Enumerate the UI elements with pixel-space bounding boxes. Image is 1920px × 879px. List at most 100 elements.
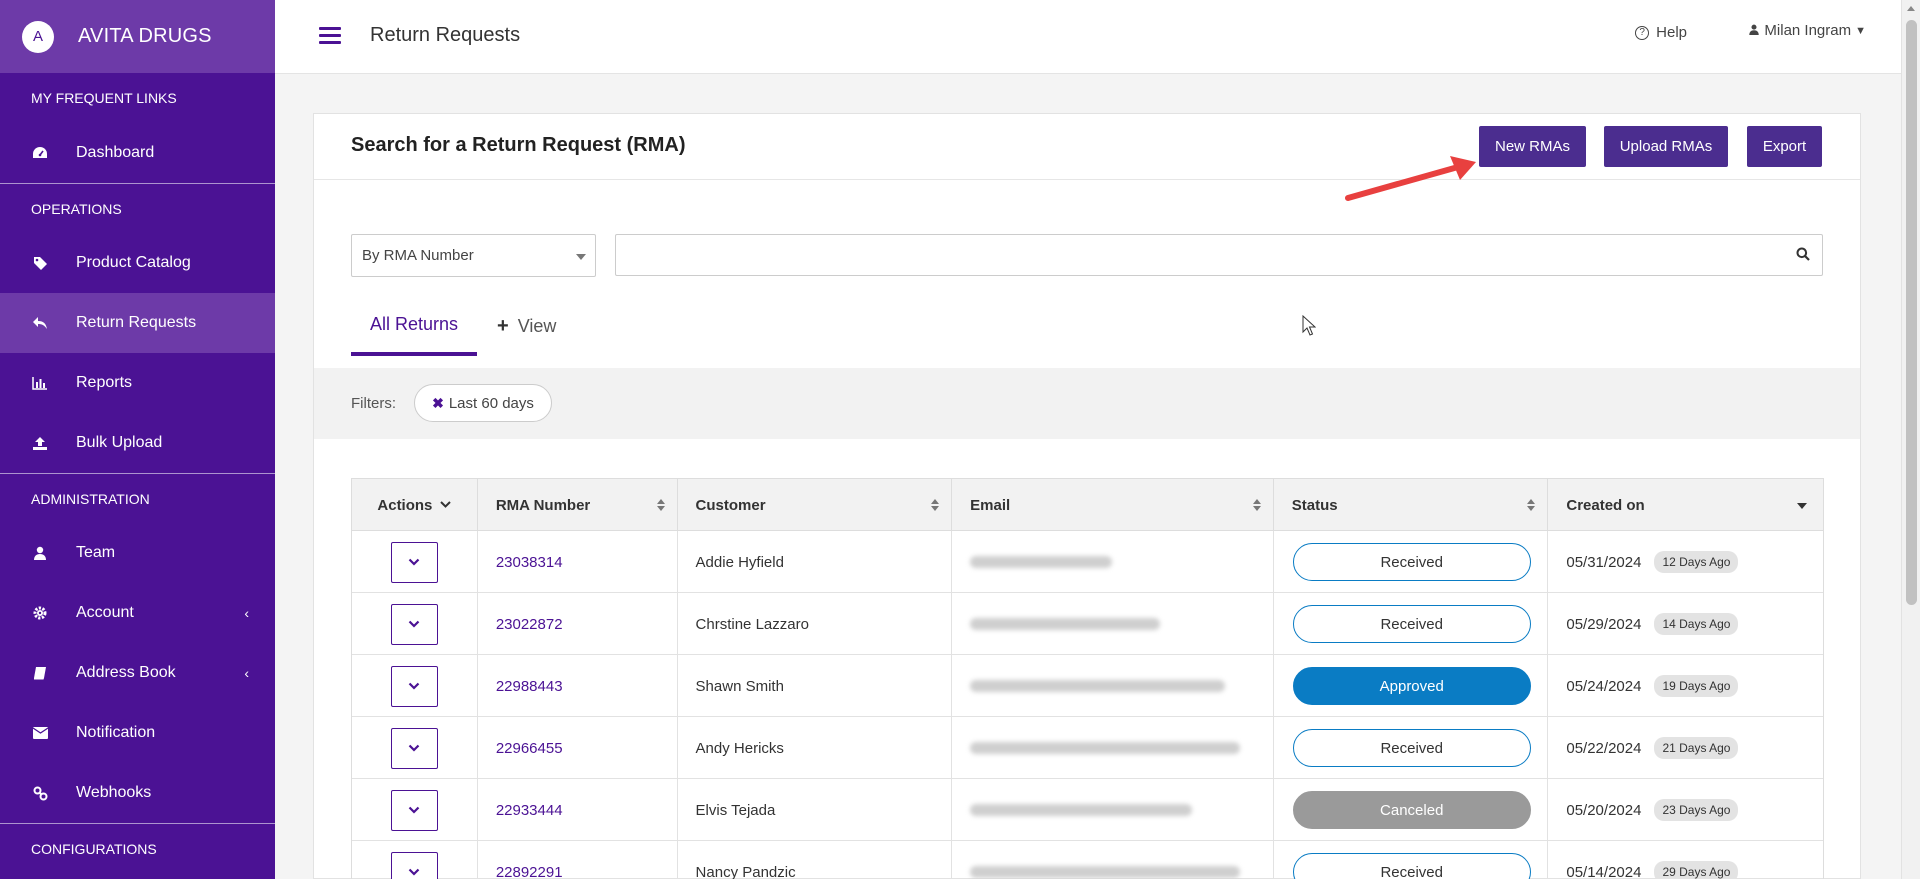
top-bar: Return Requests ? Help Milan Ingram ▼ xyxy=(275,0,1901,74)
sidebar-item-product-catalog[interactable]: Product Catalog xyxy=(0,233,275,293)
help-link[interactable]: ? Help xyxy=(1635,24,1687,41)
sidebar-item-label: Team xyxy=(76,544,116,561)
age-badge: 19 Days Ago xyxy=(1654,675,1739,697)
scroll-up-arrow-icon[interactable] xyxy=(1907,6,1915,11)
reply-icon xyxy=(31,314,49,332)
status-badge: Approved xyxy=(1292,667,1531,705)
upload-rmas-button[interactable]: Upload RMAs xyxy=(1604,126,1728,167)
age-badge: 12 Days Ago xyxy=(1654,551,1739,573)
search-type-select[interactable]: By RMA Number xyxy=(351,234,596,277)
sidebar-item-label: Notification xyxy=(76,724,156,741)
rma-number-link[interactable]: 22988443 xyxy=(496,678,563,695)
rma-number-link[interactable]: 22892291 xyxy=(496,864,563,879)
sidebar-item-label: Bulk Upload xyxy=(76,434,163,451)
sidebar-item-notification[interactable]: Notification xyxy=(0,703,275,763)
export-button[interactable]: Export xyxy=(1747,126,1822,167)
table-header: Actions RMA Number Customer Email Status… xyxy=(352,479,1823,531)
sidebar-item-account[interactable]: Account ‹ xyxy=(0,583,275,643)
brand-avatar: A xyxy=(22,20,54,53)
row-actions-button[interactable] xyxy=(390,541,438,583)
filter-chip-last-60-days[interactable]: ✖ Last 60 days xyxy=(414,384,552,422)
gear-icon xyxy=(31,604,49,622)
rma-number-link[interactable]: 22966455 xyxy=(496,740,563,757)
row-actions-button[interactable] xyxy=(390,789,438,831)
column-email[interactable]: Email xyxy=(952,479,1274,531)
table-row: 22966455 Andy Hericks Received 05/22/202… xyxy=(352,717,1823,779)
column-status[interactable]: Status xyxy=(1274,479,1549,531)
tab-add-view[interactable]: + View xyxy=(497,297,556,356)
rma-number-link[interactable]: 23038314 xyxy=(496,554,563,571)
mouse-cursor-icon xyxy=(1302,315,1316,336)
chevron-down-icon xyxy=(409,868,420,876)
column-customer[interactable]: Customer xyxy=(678,479,953,531)
row-actions-button[interactable] xyxy=(390,851,438,879)
email-redacted xyxy=(970,680,1226,692)
column-label: RMA Number xyxy=(495,496,591,514)
column-actions[interactable]: Actions xyxy=(352,479,478,531)
customer-name: Shawn Smith xyxy=(678,655,953,717)
created-date: 05/20/2024 xyxy=(1566,801,1642,819)
user-name: Milan Ingram xyxy=(1764,22,1852,39)
question-circle-icon: ? xyxy=(1635,25,1650,40)
card-title: Search for a Return Request (RMA) xyxy=(351,134,686,156)
column-label: Status xyxy=(1291,496,1338,514)
sort-icon xyxy=(656,499,665,511)
email-redacted xyxy=(970,618,1161,630)
link-icon xyxy=(31,784,49,802)
chevron-down-icon xyxy=(440,501,452,508)
created-date: 05/29/2024 xyxy=(1566,615,1642,633)
sidebar-item-team[interactable]: Team xyxy=(0,523,275,583)
search-input[interactable] xyxy=(615,234,1823,276)
column-label: Email xyxy=(970,496,1011,514)
remove-filter-icon[interactable]: ✖ xyxy=(432,395,444,412)
sidebar-item-label: Webhooks xyxy=(76,784,152,801)
scrollbar-thumb[interactable] xyxy=(1906,20,1917,605)
sidebar-item-label: Product Catalog xyxy=(76,254,191,271)
rma-number-link[interactable]: 23022872 xyxy=(496,616,563,633)
sidebar-item-address-book[interactable]: Address Book ‹ xyxy=(0,643,275,703)
sort-icon xyxy=(1527,499,1536,511)
sidebar-item-bulk-upload[interactable]: Bulk Upload xyxy=(0,413,275,473)
email-redacted xyxy=(970,556,1113,568)
table-row: 22892291 Nancy Pandzic Received 05/14/20… xyxy=(352,841,1823,879)
column-label: Created on xyxy=(1566,496,1645,514)
table-row: 22933444 Elvis Tejada Canceled 05/20/202… xyxy=(352,779,1823,841)
tab-all-returns[interactable]: All Returns xyxy=(351,297,477,356)
sidebar-item-label: Reports xyxy=(76,374,133,391)
sidebar: A AVITA DRUGS MY FREQUENT LINKS Dashboar… xyxy=(0,0,275,879)
sidebar-item-reports[interactable]: Reports xyxy=(0,353,275,413)
bar-chart-icon xyxy=(31,374,49,392)
sidebar-item-dashboard[interactable]: Dashboard xyxy=(0,123,275,183)
row-actions-button[interactable] xyxy=(390,665,438,707)
column-rma-number[interactable]: RMA Number xyxy=(478,479,678,531)
sidebar-item-return-requests[interactable]: Return Requests xyxy=(0,293,275,353)
card-header: Search for a Return Request (RMA) New RM… xyxy=(314,114,1860,180)
page-title: Return Requests xyxy=(370,24,521,46)
email-redacted xyxy=(970,804,1193,816)
sidebar-item-label: Dashboard xyxy=(76,144,155,161)
customer-name: Chrstine Lazzaro xyxy=(678,593,953,655)
chevron-down-icon xyxy=(409,744,420,752)
sort-descending-icon xyxy=(1796,503,1807,509)
row-actions-button[interactable] xyxy=(390,727,438,769)
search-icon[interactable] xyxy=(1796,247,1812,263)
age-badge: 29 Days Ago xyxy=(1654,861,1739,879)
menu-toggle-icon[interactable] xyxy=(319,27,341,45)
page-scrollbar[interactable] xyxy=(1901,0,1920,879)
table-row: 23022872 Chrstine Lazzaro Received 05/29… xyxy=(352,593,1823,655)
chevron-down-icon xyxy=(409,620,420,628)
row-actions-button[interactable] xyxy=(390,603,438,645)
chevron-down-icon xyxy=(409,682,420,690)
section-administration: ADMINISTRATION xyxy=(0,473,275,523)
column-created-on[interactable]: Created on xyxy=(1548,479,1823,531)
rma-number-link[interactable]: 22933444 xyxy=(496,802,563,819)
sidebar-item-label: Address Book xyxy=(76,664,176,681)
chevron-left-icon: ‹ xyxy=(244,665,249,681)
created-date: 05/31/2024 xyxy=(1566,553,1642,571)
help-label: Help xyxy=(1656,24,1687,41)
sidebar-item-webhooks[interactable]: Webhooks xyxy=(0,763,275,823)
user-menu[interactable]: Milan Ingram ▼ xyxy=(1749,22,1866,39)
status-badge: Received xyxy=(1292,853,1531,879)
plus-icon: + xyxy=(497,315,509,337)
upload-icon xyxy=(31,434,49,452)
